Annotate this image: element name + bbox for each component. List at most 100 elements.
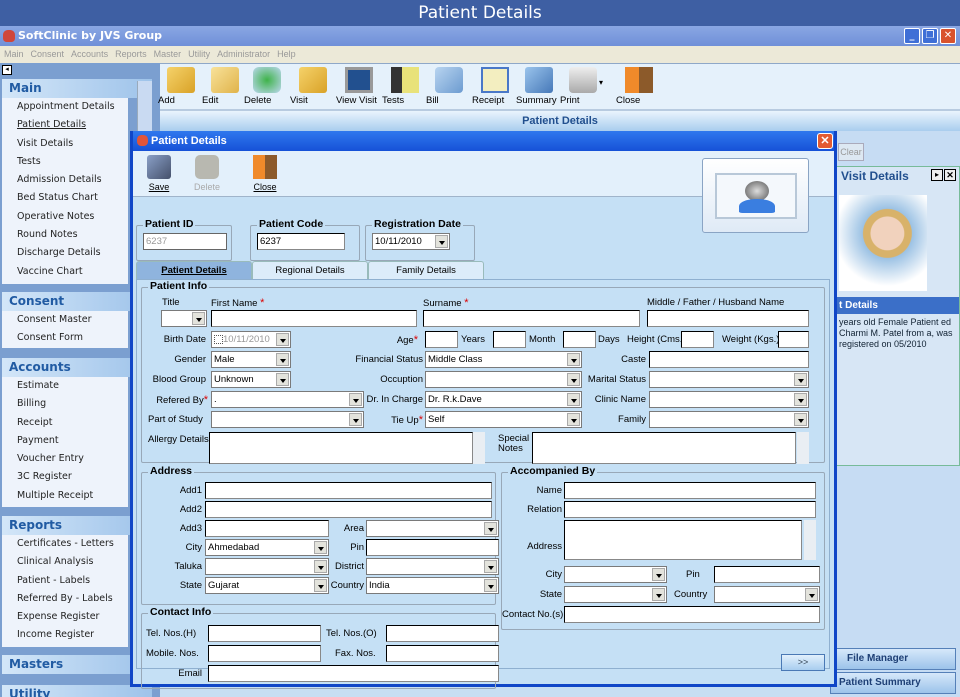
menu-master[interactable]: Master: [154, 49, 182, 59]
receipt-button[interactable]: Receipt: [472, 67, 518, 111]
sidebar-item-admission-details[interactable]: Admission Details: [2, 171, 128, 189]
sidebar-item-certificates-letters[interactable]: Certificates - Letters: [2, 535, 128, 553]
sidebar-item-patient-details[interactable]: Patient Details: [2, 116, 128, 134]
birth-date-checkbox[interactable]: [214, 334, 223, 344]
occupation-select[interactable]: [425, 371, 582, 388]
app-close-button[interactable]: ✕: [940, 28, 956, 44]
companion-country-select[interactable]: [714, 586, 820, 603]
menu-administrator[interactable]: Administrator: [217, 49, 270, 59]
sidebar-item-operative-notes[interactable]: Operative Notes: [2, 208, 128, 226]
patient-summary-button[interactable]: Patient Summary: [830, 672, 956, 694]
add-button[interactable]: Add: [158, 67, 204, 111]
middle-name-field[interactable]: [647, 310, 809, 327]
delete-record-button[interactable]: Delete: [187, 155, 227, 192]
sidebar-item-discharge-details[interactable]: Discharge Details: [2, 244, 128, 262]
sidebar-item-clinical-analysis[interactable]: Clinical Analysis: [2, 553, 128, 571]
district-select[interactable]: [366, 558, 499, 575]
fax-field[interactable]: [386, 645, 499, 662]
allergy-scrollbar[interactable]: [473, 432, 485, 464]
sidebar-item-bed-status-chart[interactable]: Bed Status Chart: [2, 189, 128, 207]
companion-name-field[interactable]: [564, 482, 816, 499]
taluka-select[interactable]: [205, 558, 329, 575]
file-manager-button[interactable]: File Manager: [830, 648, 956, 670]
summary-button[interactable]: Summary: [516, 67, 562, 111]
special-notes-textarea[interactable]: [532, 432, 796, 464]
clinic-name-select[interactable]: [649, 391, 809, 408]
sidebar-item-income-register[interactable]: Income Register: [2, 626, 128, 644]
sidebar-item-consent-form[interactable]: Consent Form: [2, 329, 128, 347]
birth-date-picker[interactable]: 10/11/2010: [211, 331, 291, 348]
sidebar-item-expense-register[interactable]: Expense Register: [2, 608, 128, 626]
tab-family-details[interactable]: Family Details: [368, 261, 484, 279]
collapse-sidebar-button[interactable]: ◂: [2, 65, 12, 75]
minimize-button[interactable]: _: [904, 28, 920, 44]
menu-help[interactable]: Help: [277, 49, 296, 59]
clear-button[interactable]: Clear: [838, 143, 864, 161]
menu-accounts[interactable]: Accounts: [71, 49, 108, 59]
patient-code-field[interactable]: 6237: [257, 233, 345, 250]
menu-main[interactable]: Main: [4, 49, 24, 59]
sidebar-item-multiple-receipt[interactable]: Multiple Receipt: [2, 487, 128, 505]
menu-consent[interactable]: Consent: [31, 49, 65, 59]
sidebar-item-visit-details[interactable]: Visit Details: [2, 135, 128, 153]
tie-up-select[interactable]: Self: [425, 411, 582, 428]
sidebar-item-3c-register[interactable]: 3C Register: [2, 468, 128, 486]
tab-patient-details[interactable]: Patient Details: [136, 261, 252, 279]
view-visit-button[interactable]: View Visit: [336, 67, 382, 111]
first-name-field[interactable]: [211, 310, 417, 327]
height-field[interactable]: [681, 331, 714, 348]
sidebar-item-referred-by-labels[interactable]: Referred By - Labels: [2, 590, 128, 608]
address-line1-field[interactable]: [205, 482, 492, 499]
email-field[interactable]: [208, 665, 499, 682]
home-phone-field[interactable]: [208, 625, 321, 642]
calendar-dropdown-icon[interactable]: [435, 235, 448, 248]
tab-regional-details[interactable]: Regional Details: [252, 261, 368, 279]
marital-status-select[interactable]: [649, 371, 809, 388]
companion-pin-field[interactable]: [714, 566, 820, 583]
companion-state-select[interactable]: [564, 586, 667, 603]
state-select[interactable]: Gujarat: [205, 577, 329, 594]
doctor-in-charge-select[interactable]: Dr. R.k.Dave: [425, 391, 582, 408]
surname-field[interactable]: [423, 310, 640, 327]
sidebar-item-estimate[interactable]: Estimate: [2, 377, 128, 395]
blood-group-select[interactable]: Unknown: [211, 371, 291, 388]
delete-button[interactable]: Delete: [244, 67, 290, 111]
city-select[interactable]: Ahmedabad: [205, 539, 329, 556]
companion-address-textarea[interactable]: [564, 520, 802, 560]
sidebar-item-billing[interactable]: Billing: [2, 395, 128, 413]
close-button[interactable]: Close: [616, 67, 662, 111]
age-years-field[interactable]: [425, 331, 458, 348]
patient-id-field[interactable]: 6237: [143, 233, 227, 250]
title-select[interactable]: [161, 310, 207, 327]
companion-city-select[interactable]: [564, 566, 667, 583]
visit-button[interactable]: Visit: [290, 67, 336, 111]
office-phone-field[interactable]: [386, 625, 499, 642]
weight-field[interactable]: [778, 331, 809, 348]
next-button[interactable]: >>: [781, 654, 825, 671]
sidebar-item-receipt[interactable]: Receipt: [2, 414, 128, 432]
tests-button[interactable]: Tests: [382, 67, 428, 111]
special-notes-scrollbar[interactable]: [797, 432, 809, 464]
caste-field[interactable]: [649, 351, 809, 368]
address-line2-field[interactable]: [205, 501, 492, 518]
companion-address-scrollbar[interactable]: [804, 520, 816, 560]
save-button[interactable]: Save: [139, 155, 179, 192]
registration-date-picker[interactable]: 10/11/2010: [372, 233, 450, 250]
dialog-close-button[interactable]: ✕: [817, 133, 833, 149]
companion-relation-field[interactable]: [564, 501, 816, 518]
edit-button[interactable]: Edit: [202, 67, 248, 111]
sidebar-item-payment[interactable]: Payment: [2, 432, 128, 450]
restore-button[interactable]: ❐: [922, 28, 938, 44]
sidebar-item-consent-master[interactable]: Consent Master: [2, 311, 128, 329]
age-days-field[interactable]: [563, 331, 596, 348]
sidebar-item-tests[interactable]: Tests: [2, 153, 128, 171]
financial-status-select[interactable]: Middle Class: [425, 351, 582, 368]
pin-field[interactable]: [366, 539, 499, 556]
dialog-close-toolbar-button[interactable]: Close: [245, 155, 285, 192]
menu-utility[interactable]: Utility: [188, 49, 210, 59]
sidebar-item-round-notes[interactable]: Round Notes: [2, 226, 128, 244]
sidebar-item-vaccine-chart[interactable]: Vaccine Chart: [2, 263, 128, 281]
gender-select[interactable]: Male: [211, 351, 291, 368]
sidebar-item-appointment-details[interactable]: Appointment Details: [2, 98, 128, 116]
photo-frame[interactable]: [702, 158, 809, 233]
